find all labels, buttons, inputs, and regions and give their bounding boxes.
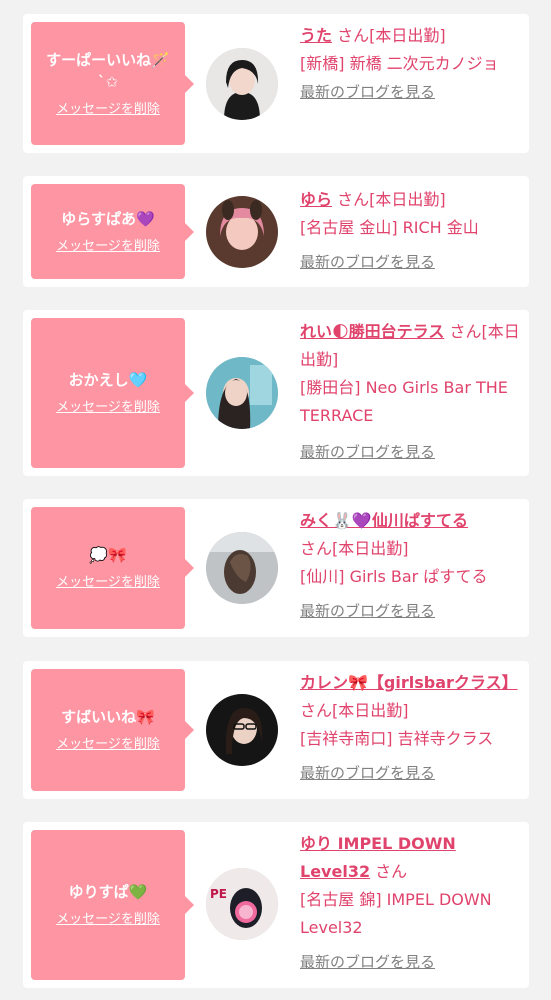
blog-link[interactable]: 最新のブログを見る (300, 440, 522, 464)
avatar[interactable] (206, 48, 278, 120)
svg-text:PE: PE (210, 887, 227, 901)
honorific: さん (375, 862, 408, 881)
message-card: すばいいね🎀 メッセージを削除 カレン🎀【girlsbarクラス】 さん[本日出… (23, 661, 529, 799)
blog-link[interactable]: 最新のブログを見る (300, 761, 522, 785)
cast-info: みく🐰💜仙川ぱすてる さん[本日出勤] [仙川] Girls Bar ぱすてる … (300, 507, 522, 623)
delete-message-link[interactable]: メッセージを削除 (56, 736, 160, 754)
cast-name-link[interactable]: れい🌓勝田台テラス (300, 322, 444, 341)
honorific: さん (337, 190, 370, 209)
message-text: すーぱーいいね🪄ˋ✩ (46, 50, 170, 91)
blog-link[interactable]: 最新のブログを見る (300, 80, 522, 104)
blog-link[interactable]: 最新のブログを見る (300, 250, 522, 274)
message-card: すーぱーいいね🪄ˋ✩ メッセージを削除 うた さん[本日出勤] [新橋] 新橋 … (23, 14, 529, 153)
cast-name-link[interactable]: みく🐰💜仙川ぱすてる (300, 511, 468, 530)
shop-text: [新橋] 新橋 二次元カノジョ (300, 54, 499, 73)
cast-info: ゆり IMPEL DOWN Level32 さん [名古屋 錦] IMPEL D… (300, 830, 522, 974)
status-text: [本日出勤] (369, 190, 446, 209)
cast-info: うた さん[本日出勤] [新橋] 新橋 二次元カノジョ 最新のブログを見る (300, 22, 522, 104)
honorific: さん (449, 322, 482, 341)
avatar[interactable]: PE (206, 868, 278, 940)
cast-info: ゆら さん[本日出勤] [名古屋 金山] RICH 金山 最新のブログを見る (300, 186, 522, 274)
blog-link[interactable]: 最新のブログを見る (300, 599, 522, 623)
message-text: 💭🎀 (89, 546, 127, 564)
cast-name-link[interactable]: ゆら (300, 190, 332, 209)
avatar[interactable] (206, 694, 278, 766)
status-text: [本日出勤] (332, 701, 409, 720)
shop-text: [勝田台] Neo Girls Bar THE TERRACE (300, 378, 508, 425)
avatar[interactable] (206, 357, 278, 429)
cast-name-link[interactable]: カレン🎀【girlsbarクラス】 (300, 673, 518, 692)
message-card: ゆりすぱ💚 メッセージを削除 PE ゆり IMPEL DOWN Level32 … (23, 822, 529, 988)
message-text: ゆらすぱあ💜 (61, 209, 155, 228)
message-card: おかえし🩵 メッセージを削除 れい🌓勝田台テラス さん[本日出勤] [勝田台] … (23, 310, 529, 476)
shop-text: [名古屋 金山] RICH 金山 (300, 218, 479, 237)
cast-name-link[interactable]: うた (300, 26, 332, 45)
message-text: すばいいね🎀 (61, 708, 155, 726)
message-bubble: 💭🎀 メッセージを削除 (31, 507, 194, 629)
message-bubble: ゆりすぱ💚 メッセージを削除 (31, 830, 194, 980)
message-bubble: ゆらすぱあ💜 メッセージを削除 (31, 184, 194, 279)
message-card: ゆらすぱあ💜 メッセージを削除 ゆら さん[本日出勤] [名古屋 金山] RIC… (23, 176, 529, 287)
message-bubble: おかえし🩵 メッセージを削除 (31, 318, 194, 468)
cast-info: れい🌓勝田台テラス さん[本日出勤] [勝田台] Neo Girls Bar T… (300, 318, 522, 464)
honorific: さん (337, 26, 370, 45)
status-text: [本日出勤] (332, 539, 409, 558)
message-bubble: すーぱーいいね🪄ˋ✩ メッセージを削除 (31, 22, 194, 145)
avatar[interactable] (206, 196, 278, 268)
cast-info: カレン🎀【girlsbarクラス】 さん[本日出勤] [吉祥寺南口] 吉祥寺クラ… (300, 669, 522, 785)
status-text: [本日出勤] (369, 26, 446, 45)
shop-text: [吉祥寺南口] 吉祥寺クラス (300, 729, 494, 748)
message-card: 💭🎀 メッセージを削除 みく🐰💜仙川ぱすてる さん[本日出勤] [仙川] Gir… (23, 499, 529, 637)
delete-message-link[interactable]: メッセージを削除 (56, 574, 160, 592)
shop-text: [名古屋 錦] IMPEL DOWN Level32 (300, 890, 492, 937)
avatar[interactable] (206, 532, 278, 604)
shop-text: [仙川] Girls Bar ぱすてる (300, 567, 488, 586)
blog-link[interactable]: 最新のブログを見る (300, 950, 522, 974)
delete-message-link[interactable]: メッセージを削除 (56, 399, 160, 417)
delete-message-link[interactable]: メッセージを削除 (56, 101, 160, 119)
honorific: さん (300, 701, 333, 720)
delete-message-link[interactable]: メッセージを削除 (56, 238, 160, 256)
delete-message-link[interactable]: メッセージを削除 (56, 911, 160, 929)
message-text: おかえし🩵 (68, 371, 148, 389)
message-text: ゆりすぱ💚 (68, 883, 148, 901)
message-bubble: すばいいね🎀 メッセージを削除 (31, 669, 194, 791)
honorific: さん (300, 539, 333, 558)
